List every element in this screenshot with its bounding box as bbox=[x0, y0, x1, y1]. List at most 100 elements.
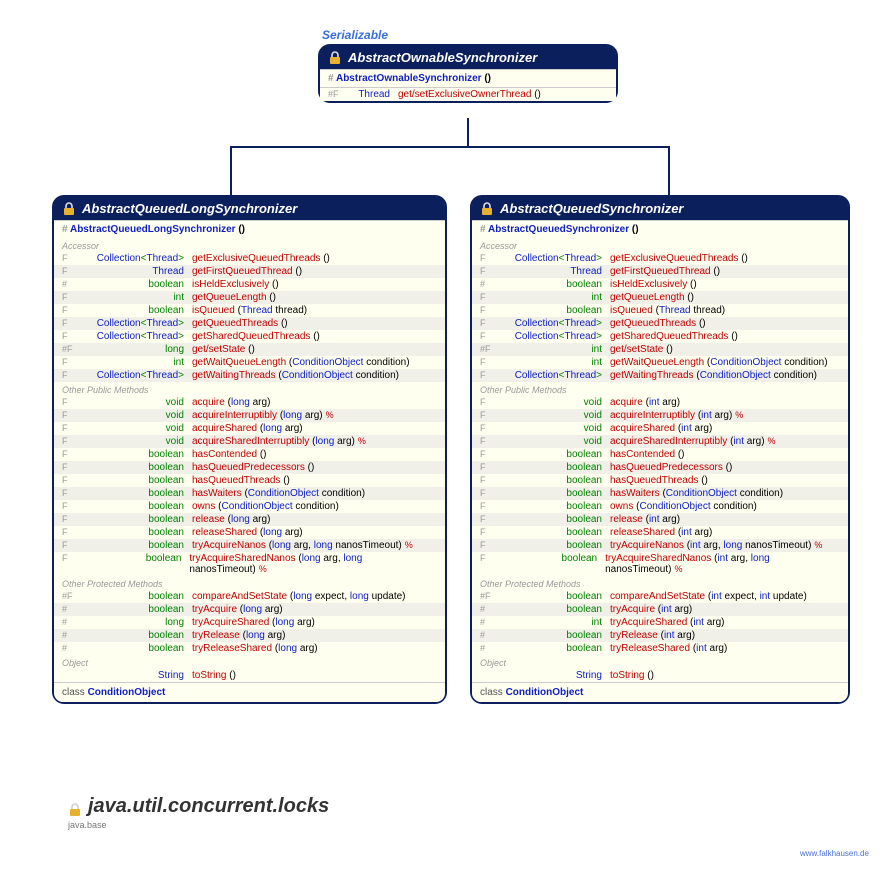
method-row: #booleanisHeldExclusively () bbox=[54, 278, 445, 291]
method-sig: acquire (int arg) bbox=[610, 397, 680, 408]
method-row: FCollection<Thread>getQueuedThreads () bbox=[54, 317, 445, 330]
return-type: boolean bbox=[82, 514, 192, 525]
method-row: Fbooleanrelease (int arg) bbox=[472, 513, 848, 526]
group-heading: Other Public Methods bbox=[54, 382, 445, 396]
method-row: FCollection<Thread>getWaitingThreads (Co… bbox=[472, 369, 848, 382]
modifier: F bbox=[62, 553, 82, 563]
method-sig: tryRelease (long arg) bbox=[192, 630, 285, 641]
return-type: void bbox=[500, 410, 610, 421]
method-row: StringtoString () bbox=[472, 669, 848, 682]
return-type: boolean bbox=[82, 630, 192, 641]
return-type: String bbox=[500, 670, 610, 681]
method-sig: getWaitQueueLength (ConditionObject cond… bbox=[610, 357, 828, 368]
return-type: Collection<Thread> bbox=[82, 253, 192, 264]
method-sig: acquireShared (long arg) bbox=[192, 423, 303, 434]
method-sig: isQueued (Thread thread) bbox=[192, 305, 307, 316]
method-sig: tryReleaseShared (int arg) bbox=[610, 643, 727, 654]
method-sig: compareAndSetState (int expect, int upda… bbox=[610, 591, 807, 602]
method-row: #inttryAcquireShared (int arg) bbox=[472, 616, 848, 629]
method-sig: getWaitingThreads (ConditionObject condi… bbox=[610, 370, 817, 381]
inner-class: class ConditionObject bbox=[54, 682, 445, 702]
modifier: F bbox=[62, 253, 82, 263]
method-sig: tryAcquireSharedNanos (int arg, long nan… bbox=[605, 553, 840, 575]
modifier: F bbox=[62, 292, 82, 302]
method-row: Fvoidacquire (long arg) bbox=[54, 396, 445, 409]
method-row: #booleanisHeldExclusively () bbox=[472, 278, 848, 291]
return-type: void bbox=[82, 436, 192, 447]
modifier: F bbox=[62, 423, 82, 433]
return-type: Thread bbox=[82, 266, 192, 277]
group-heading: Other Protected Methods bbox=[472, 576, 848, 590]
return-type: int bbox=[500, 357, 610, 368]
return-type: int bbox=[500, 617, 610, 628]
modifier: F bbox=[480, 331, 500, 341]
line bbox=[668, 146, 670, 196]
method-sig: hasContended () bbox=[610, 449, 685, 460]
method-row: FbooleanreleaseShared (long arg) bbox=[54, 526, 445, 539]
return-type: Collection<Thread> bbox=[82, 331, 192, 342]
lock-icon bbox=[62, 202, 76, 216]
return-type: boolean bbox=[500, 462, 610, 473]
line bbox=[467, 118, 469, 148]
inner-class: class ConditionObject bbox=[472, 682, 848, 702]
modifier: F bbox=[480, 527, 500, 537]
modifier: F bbox=[62, 488, 82, 498]
return-type: boolean bbox=[82, 488, 192, 499]
method-sig: hasContended () bbox=[192, 449, 267, 460]
return-type: boolean bbox=[82, 604, 192, 615]
method-sig: acquireSharedInterruptibly (long arg)% bbox=[192, 436, 366, 447]
modifier: F bbox=[480, 462, 500, 472]
modifier: F bbox=[62, 501, 82, 511]
method-row: #FbooleancompareAndSetState (long expect… bbox=[54, 590, 445, 603]
modifier: F bbox=[480, 305, 500, 315]
return-type: void bbox=[500, 397, 610, 408]
return-type: void bbox=[82, 423, 192, 434]
modifier: # bbox=[480, 630, 500, 640]
return-type: Collection<Thread> bbox=[500, 331, 610, 342]
class-title: AbstractQueuedSynchronizer bbox=[500, 201, 684, 216]
modifier: #F bbox=[480, 344, 500, 354]
return-type: boolean bbox=[500, 305, 610, 316]
method-sig: getExclusiveQueuedThreads () bbox=[192, 253, 330, 264]
modifier: F bbox=[480, 501, 500, 511]
method-sig: hasQueuedThreads () bbox=[192, 475, 290, 486]
return-type: boolean bbox=[82, 305, 192, 316]
modifier: F bbox=[480, 540, 500, 550]
method-sig: tryAcquire (int arg) bbox=[610, 604, 692, 615]
lock-icon bbox=[328, 51, 342, 65]
method-row: FbooleantryAcquireSharedNanos (long arg,… bbox=[54, 552, 445, 576]
return-type: boolean bbox=[500, 643, 610, 654]
return-type: void bbox=[500, 423, 610, 434]
return-type: String bbox=[82, 670, 192, 681]
constructor: # AbstractOwnableSynchronizer () bbox=[320, 69, 616, 87]
return-type: boolean bbox=[500, 591, 610, 602]
method-row: FbooleanreleaseShared (int arg) bbox=[472, 526, 848, 539]
method-row: FbooleanisQueued (Thread thread) bbox=[54, 304, 445, 317]
return-type: Thread bbox=[348, 89, 398, 100]
method-row: FbooleantryAcquireNanos (long arg, long … bbox=[54, 539, 445, 552]
method-row: #Fintget/setState () bbox=[472, 343, 848, 356]
method-row: FCollection<Thread>getQueuedThreads () bbox=[472, 317, 848, 330]
method-row: FintgetQueueLength () bbox=[54, 291, 445, 304]
modifier: F bbox=[62, 449, 82, 459]
modifier: #F bbox=[480, 591, 500, 601]
method-sig: acquireShared (int arg) bbox=[610, 423, 712, 434]
method-sig: toString () bbox=[610, 670, 654, 681]
modifier: F bbox=[62, 527, 82, 537]
modifier: # bbox=[480, 643, 500, 653]
method-sig: getFirstQueuedThread () bbox=[610, 266, 720, 277]
method-row: #booleantryReleaseShared (int arg) bbox=[472, 642, 848, 655]
method-row: #booleantryAcquire (int arg) bbox=[472, 603, 848, 616]
method-row: Fbooleanowns (ConditionObject condition) bbox=[472, 500, 848, 513]
return-type: boolean bbox=[82, 449, 192, 460]
modifier: F bbox=[62, 305, 82, 315]
modifier: F bbox=[480, 318, 500, 328]
return-type: void bbox=[82, 410, 192, 421]
method-sig: acquireInterruptibly (int arg)% bbox=[610, 410, 743, 421]
method-sig: hasWaiters (ConditionObject condition) bbox=[610, 488, 783, 499]
return-type: Collection<Thread> bbox=[82, 318, 192, 329]
modifier: F bbox=[62, 266, 82, 276]
method-sig: owns (ConditionObject condition) bbox=[192, 501, 339, 512]
method-sig: getQueuedThreads () bbox=[192, 318, 288, 329]
line bbox=[230, 146, 670, 148]
